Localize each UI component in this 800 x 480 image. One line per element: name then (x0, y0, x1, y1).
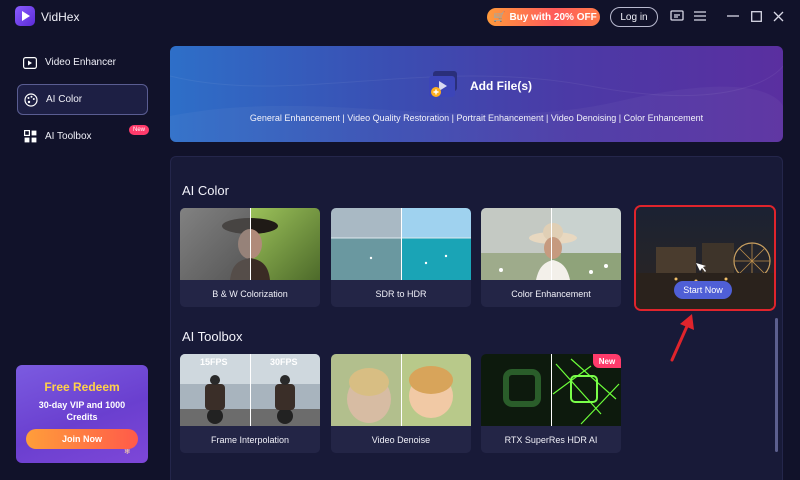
free-redeem-promo: ✦ ❄ Free Redeem 30-day VIP and 1000 Cred… (16, 365, 148, 463)
section-title-ai-color: AI Color (182, 183, 229, 198)
cart-icon: 🛒 (493, 11, 506, 23)
feedback-icon[interactable] (669, 8, 685, 24)
tool-card-rtx-superres-hdr-ai[interactable]: New RTX SuperRes HDR AI (481, 354, 621, 453)
close-icon[interactable] (770, 8, 786, 24)
comparison-divider (250, 354, 251, 426)
buy-discount-button[interactable]: 🛒 Buy with 20% OFF (487, 8, 600, 26)
new-badge: New (129, 125, 149, 135)
maximize-icon[interactable] (748, 8, 764, 24)
comparison-divider (551, 208, 552, 280)
add-files-title: Add File(s) (470, 79, 532, 93)
tool-card-frame-interpolation[interactable]: 15FPS 30FPS Frame Interpolation (180, 354, 320, 453)
start-now-button[interactable]: Start Now (674, 281, 732, 299)
tool-card-label: B & W Colorization (180, 280, 320, 307)
tool-card-bw-colorization[interactable]: B & W Colorization (180, 208, 320, 307)
toolbox-icon (23, 130, 37, 144)
tool-card-video-denoise[interactable]: Video Denoise (331, 354, 471, 453)
supported-features: General Enhancement | Video Quality Rest… (249, 113, 704, 123)
add-file-icon (427, 69, 461, 99)
sidebar-item-video-enhancer[interactable]: Video Enhancer (17, 47, 148, 78)
tool-card-label: RTX SuperRes HDR AI (481, 426, 621, 453)
comparison-divider (551, 354, 552, 426)
tool-card-color-enhancement[interactable]: Color Enhancement (481, 208, 621, 307)
app-logo-icon (15, 6, 35, 26)
login-button[interactable]: Log in (610, 7, 658, 27)
sidebar-item-ai-color[interactable]: AI Color (17, 84, 148, 115)
tool-card-label: Color Enhancement (481, 280, 621, 307)
banner-wave-decoration (170, 65, 783, 142)
sidebar-item-ai-toolbox[interactable]: AI Toolbox (17, 121, 148, 152)
add-files-dropzone[interactable]: Add File(s) General Enhancement | Video … (170, 46, 783, 142)
comparison-divider (401, 208, 402, 280)
new-badge: New (593, 354, 621, 368)
annotation-arrow-icon (670, 314, 694, 362)
tool-card-label: SDR to HDR (331, 280, 471, 307)
palette-icon (24, 92, 38, 107)
join-now-button[interactable]: Join Now (26, 429, 138, 449)
title-bar: VidHex 🛒 Buy with 20% OFF Log in (0, 0, 800, 34)
tool-card-label: Video Denoise (331, 426, 471, 453)
panel-scrollbar[interactable] (775, 318, 778, 452)
sidebar-item-label: Video Enhancer (45, 57, 116, 68)
redeem-title: Free Redeem (44, 380, 120, 394)
menu-icon[interactable] (692, 8, 708, 24)
sidebar-item-label: AI Color (46, 94, 83, 105)
sidebar-item-label: AI Toolbox (45, 131, 92, 142)
tool-card-sdr-to-hdr[interactable]: SDR to HDR (331, 208, 471, 307)
video-enhancer-icon (23, 56, 37, 70)
tool-card-label: Frame Interpolation (180, 426, 320, 453)
tool-card-hovered[interactable]: Start Now (634, 205, 776, 311)
fps-after-label: 30FPS (270, 357, 298, 367)
redeem-description: 30-day VIP and 1000 Credits (38, 400, 126, 422)
minimize-icon[interactable] (725, 8, 741, 24)
comparison-divider (250, 208, 251, 280)
comparison-divider (401, 354, 402, 426)
section-title-ai-toolbox: AI Toolbox (182, 329, 243, 344)
buy-discount-label: Buy with 20% OFF (509, 11, 597, 23)
app-name: VidHex (41, 10, 80, 24)
fps-before-label: 15FPS (200, 357, 228, 367)
